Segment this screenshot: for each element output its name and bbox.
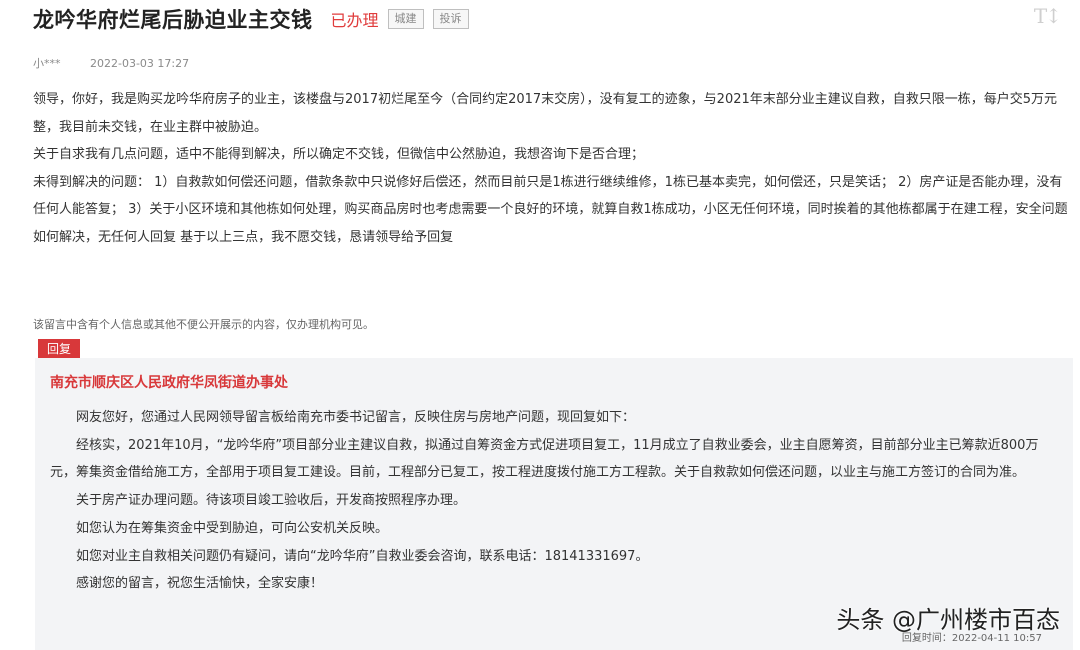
tag-urban-construction[interactable]: 城建 <box>387 9 424 29</box>
message-paragraph: 未得到解决的问题： 1）自救款如何偿还问题，借款条款中只说修好后偿还，然而目前只… <box>33 174 1068 245</box>
post-datetime: 2022-03-03 17:27 <box>90 57 190 70</box>
reply-paragraph: 网友您好，您通过人民网领导留言板给南充市委书记留言，反映住房与房地产问题，现回复… <box>76 410 636 425</box>
reply-paragraph: 感谢您的留言，祝您生活愉快，全家安康！ <box>76 576 324 592</box>
page-title: 龙吟华府烂尾后胁迫业主交钱 <box>33 8 313 32</box>
reply-badge: 回复 <box>38 339 81 359</box>
message-body: 领导，你好，我是购买龙吟华府房子的业主，该楼盘与2017初烂尾至今（合同约定20… <box>33 86 1073 251</box>
privacy-notice: 该留言中含有个人信息或其他不便公开展示的内容，仅办理机构可见。 <box>33 318 374 331</box>
message-paragraph: 领导，你好，我是购买龙吟华府房子的业主，该楼盘与2017初烂尾至今（合同约定20… <box>33 92 1058 135</box>
reply-time: 回复时间：2022-04-11 10:57 <box>901 633 1042 644</box>
reply-paragraph: 关于房产证办理问题。待该项目竣工验收后，开发商按照程序办理。 <box>76 493 467 509</box>
reply-organization: 南充市顺庆区人民政府华凤街道办事处 <box>50 375 288 391</box>
reply-paragraph: 如您对业主自救相关问题仍有疑问，请向“龙吟华府”自救业委会咨询，联系电话：181… <box>76 548 649 564</box>
title-row: 龙吟华府烂尾后胁迫业主交钱 已办理 城建 投诉 <box>33 4 469 34</box>
font-size-toggle-icon[interactable]: T↕ <box>1034 4 1062 28</box>
tag-complaint[interactable]: 投诉 <box>432 9 469 29</box>
status-label: 已办理 <box>330 11 379 30</box>
reply-paragraph: 如您认为在筹集资金中受到胁迫，可向公安机关反映。 <box>76 520 389 536</box>
message-paragraph: 关于自求我有几点问题，适中不能得到解决，所以确定不交钱，但微信中公然胁迫，我想咨… <box>33 147 645 162</box>
reply-paragraph: 经核实，2021年10月，“龙吟华府”项目部分业主建议自救，拟通过自筹资金方式促… <box>50 437 1039 481</box>
message-meta: 小*** 2022-03-03 17:27 <box>33 55 189 71</box>
reply-body: 网友您好，您通过人民网领导留言板给南充市委书记留言，反映住房与房地产问题，现回复… <box>50 404 1050 598</box>
author-name: 小*** <box>33 57 61 70</box>
